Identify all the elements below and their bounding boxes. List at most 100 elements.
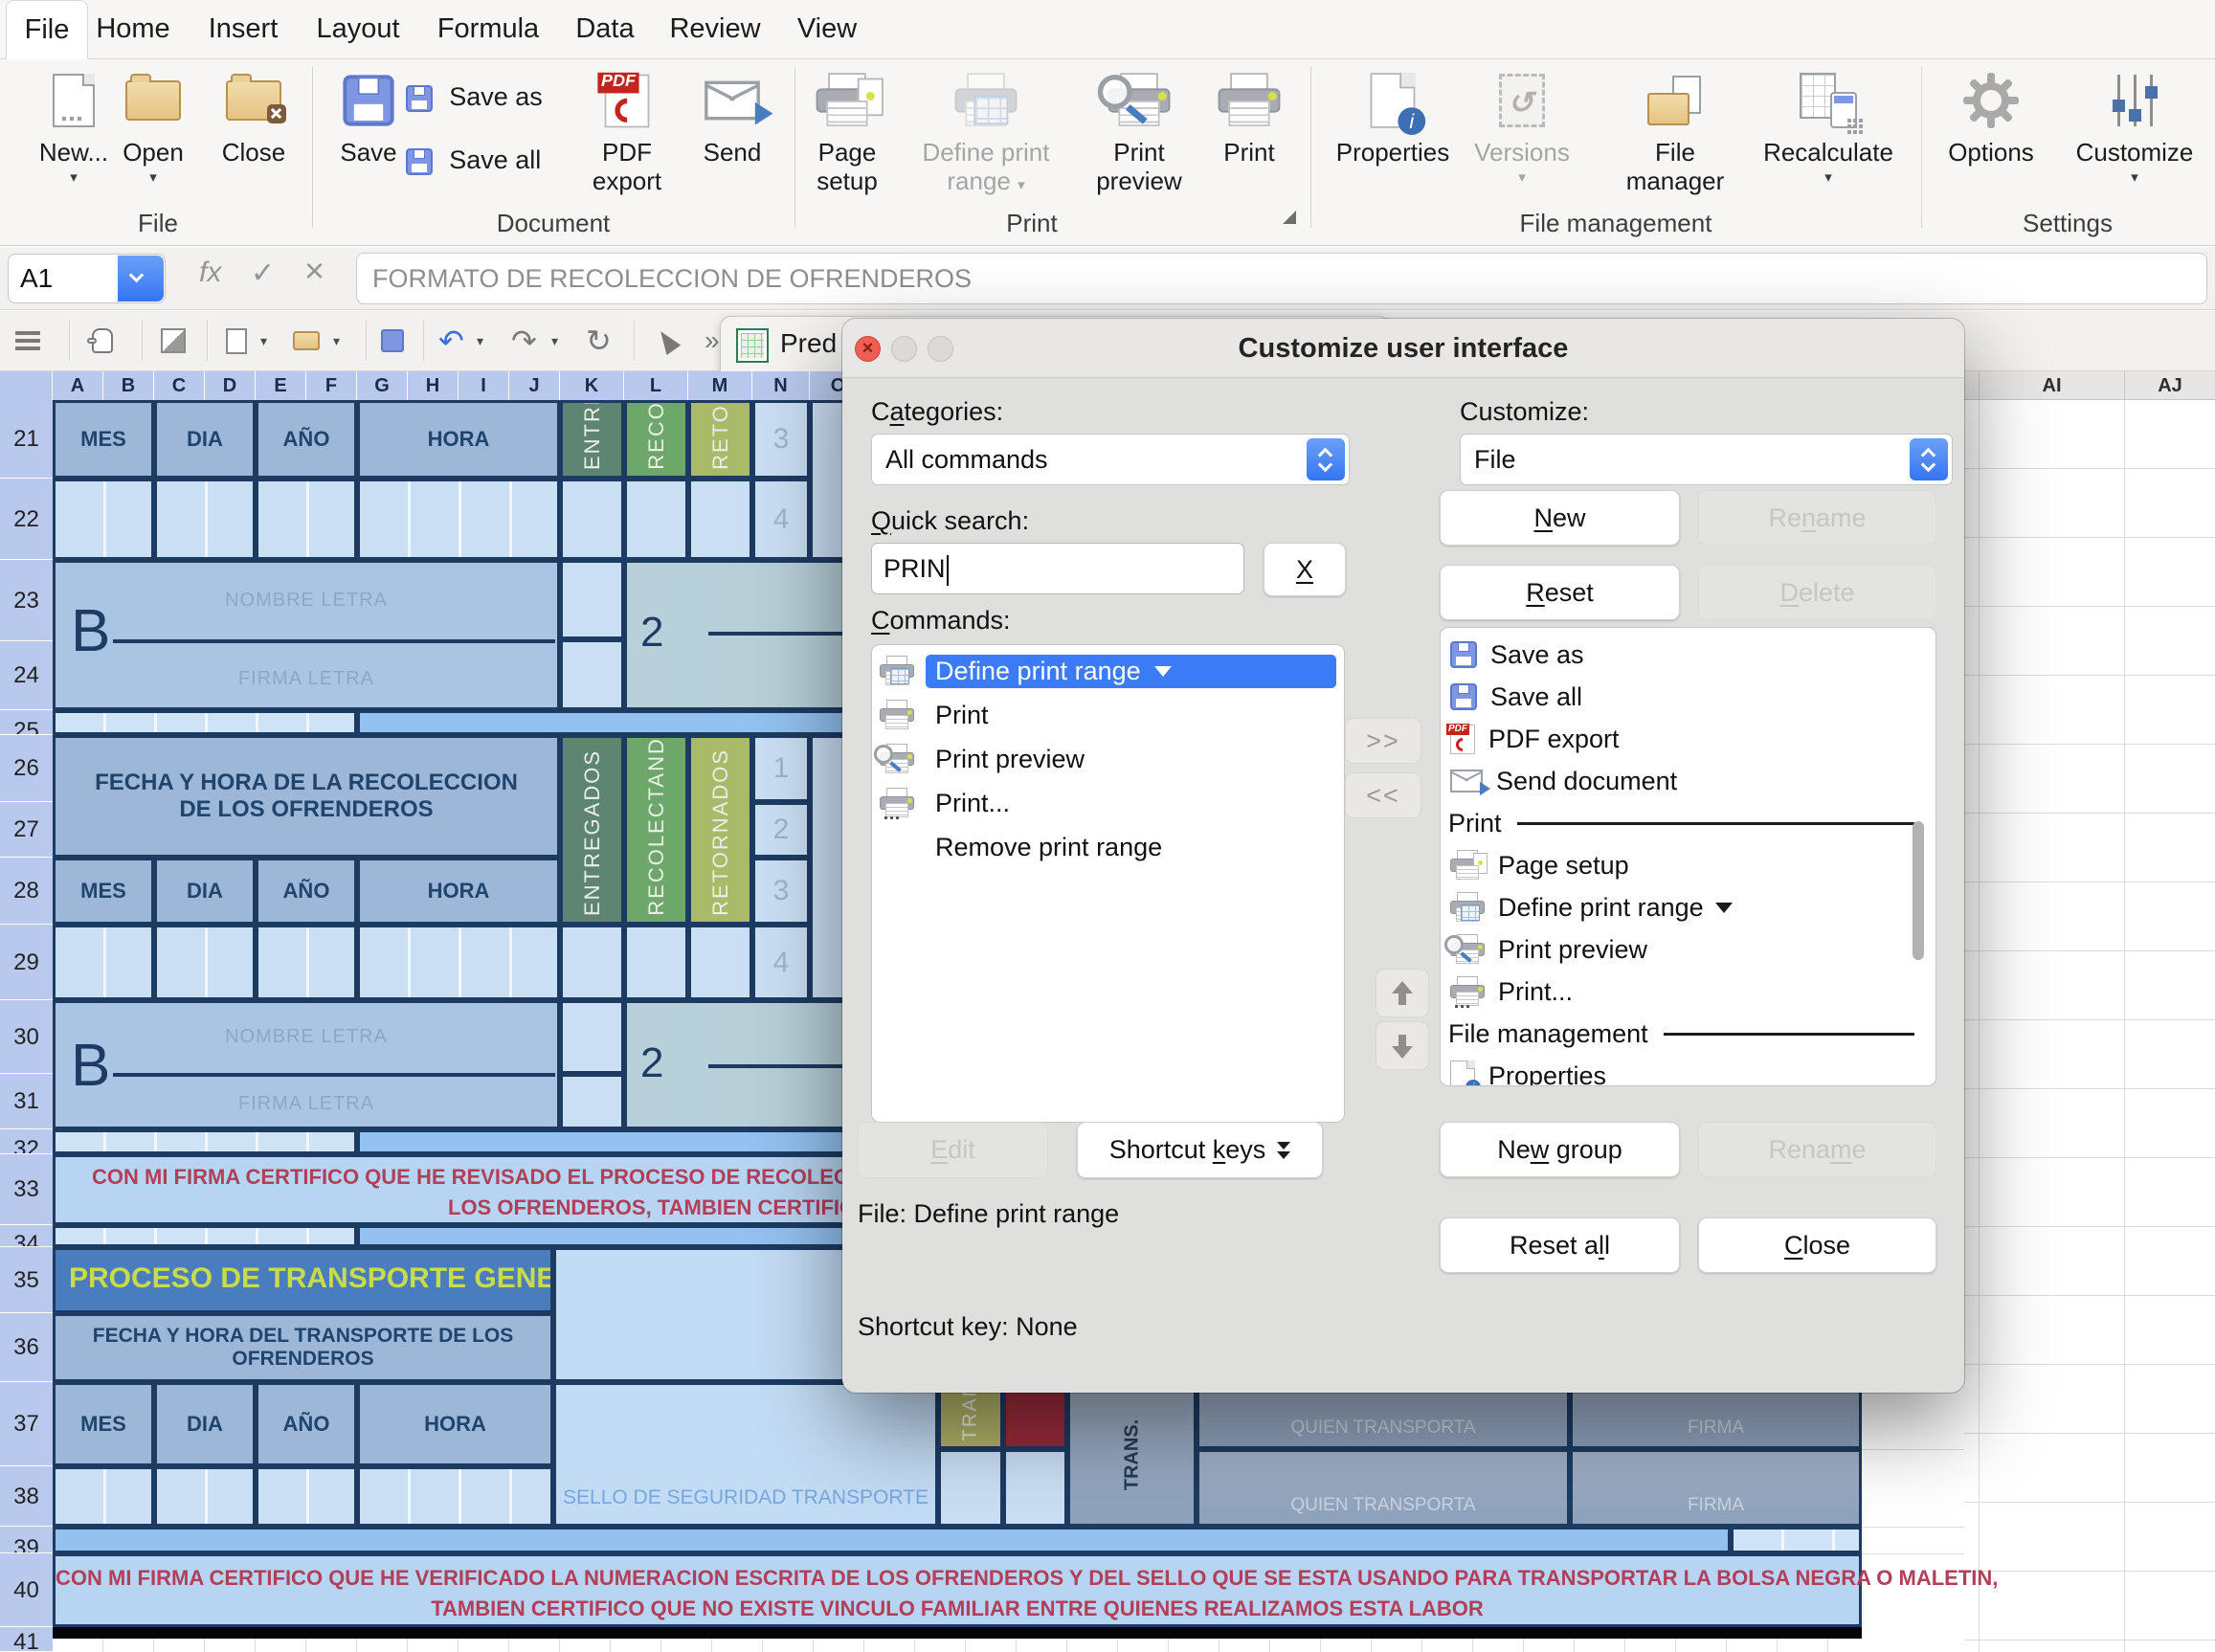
target-item-define-print-range[interactable]: Define print range [1441,886,1935,928]
cell-mes-header-2[interactable]: MES [53,858,154,925]
row-header-22[interactable]: 22 [0,479,53,560]
row-header-40[interactable]: 40 [0,1553,53,1627]
undo-dropdown-icon[interactable]: ▾ [477,319,483,363]
column-header-j[interactable]: J [509,371,560,400]
new-document-icon[interactable] [226,319,247,363]
row-header-29[interactable]: 29 [0,925,53,1000]
open-folder-icon[interactable] [293,319,320,363]
reset-menu-button[interactable]: Reset [1440,565,1680,620]
cell-m22[interactable] [688,479,752,560]
categories-select[interactable]: All commands [871,434,1350,485]
cell-mes-header-3[interactable]: MES [53,1382,154,1466]
cell-ano-input-2[interactable] [256,925,357,1000]
properties-button[interactable]: i Properties [1326,67,1460,167]
cell-recolectando[interactable]: RECOLECTANDO [624,735,688,925]
tab-layout[interactable]: Layout [299,0,417,59]
customize-select[interactable]: File [1460,434,1953,485]
row-header-32[interactable]: 32 [0,1129,53,1154]
target-item-pdf-export[interactable]: PDFPDF export [1441,718,1935,760]
cell-entregados-clip[interactable]: ENTREGADOS [560,400,624,479]
column-header-n[interactable]: N [752,371,810,400]
clear-search-button[interactable]: X [1264,543,1346,596]
open-dropdown-icon[interactable]: ▾ [333,319,340,363]
cell-dia-input-2[interactable] [154,925,256,1000]
cell-dia-header-3[interactable]: DIA [154,1382,256,1466]
pointer-icon[interactable] [659,319,676,363]
column-header-a[interactable]: A [53,371,103,400]
cell-hora-input-1[interactable] [357,479,560,560]
row-header-27[interactable]: 27 [0,802,53,858]
cell-fecha-transporte[interactable]: FECHA Y HORA DEL TRANSPORTE DE LOS OFREN… [53,1313,553,1382]
cell-cert-transporte[interactable]: CON MI FIRMA CERTIFICO QUE HE VERIFICADO… [53,1553,1862,1627]
cell-hora-input-3[interactable] [357,1466,553,1527]
column-header-m[interactable]: M [688,371,752,400]
cell-k31[interactable] [560,1074,624,1129]
cell-k29[interactable] [560,925,624,1000]
command-item-print[interactable]: Print [872,693,1344,737]
cell-mes-header-1[interactable]: MES [53,400,154,479]
save-button[interactable]: Save [321,67,416,167]
column-header-e[interactable]: E [256,371,306,400]
cell-hora-input-2[interactable] [357,925,560,1000]
shortcut-keys-button[interactable]: Shortcut keys [1077,1122,1323,1178]
cell-sliver-25-left[interactable] [53,710,357,735]
cell-dia-header-2[interactable]: DIA [154,858,256,925]
target-item-print-preview[interactable]: Print preview [1441,928,1935,971]
tab-insert[interactable]: Insert [188,0,299,59]
cell-ano-header-3[interactable]: AÑO [256,1382,357,1466]
cell-ano-input-1[interactable] [256,479,357,560]
command-item-remove-print-range[interactable]: Remove print range [872,825,1344,869]
rename-menu-button[interactable]: Rename [1698,490,1936,546]
cell-trans[interactable]: TRANS. [1067,1382,1197,1527]
recalculate-button[interactable]: Recalculate ▾ [1754,67,1903,186]
move-down-button[interactable] [1376,1021,1429,1070]
row-header-31[interactable]: 31 [0,1074,53,1129]
save-icon[interactable] [381,319,404,363]
target-item-properties[interactable]: iProperties [1441,1055,1935,1086]
cell-b-section-2[interactable]: B NOMBRE LETRA FIRMA LETRA [53,1000,560,1129]
send-button[interactable]: Send [684,67,780,167]
name-box-dropdown[interactable] [118,256,164,301]
command-item-print-dialog[interactable]: Print... [872,781,1344,825]
cell-k24[interactable] [560,639,624,710]
tab-formula[interactable]: Formula [423,0,553,59]
cell-dia-input-3[interactable] [154,1466,256,1527]
row-header-36[interactable]: 36 [0,1313,53,1382]
close-button[interactable]: Close [1698,1217,1936,1273]
versions-button[interactable]: ↺ Versions ▾ [1466,67,1577,186]
row-header-34[interactable]: 34 [0,1225,53,1247]
new-dropdown-icon[interactable]: ▾ [260,319,267,363]
remove-command-button[interactable]: << [1345,772,1421,818]
hand-tool-icon[interactable] [92,319,113,363]
cell-dia-input-1[interactable] [154,479,256,560]
file-manager-button[interactable]: File manager [1616,67,1734,195]
redo-dropdown-icon[interactable]: ▾ [551,319,558,363]
row-header-35[interactable]: 35 [0,1247,53,1313]
more-tools-icon[interactable]: » [705,319,720,363]
move-up-button[interactable] [1376,969,1429,1017]
cell-l29[interactable] [624,925,688,1000]
row-header-33[interactable]: 33 [0,1154,53,1225]
cell-sliver-34-left[interactable] [53,1225,357,1247]
cell-proceso-transporte[interactable]: PROCESO DE TRANSPORTE GENERAL [53,1247,553,1313]
target-item-save-as[interactable]: Save as [1441,634,1935,676]
undo-icon[interactable]: ↶ [438,319,464,363]
cell-hora-header-3[interactable]: HORA [357,1382,553,1466]
cell-number-3b[interactable]: 3 [752,858,810,925]
edit-button[interactable]: Edit [858,1122,1048,1178]
target-item-print-dialog[interactable]: Print... [1441,971,1935,1013]
cell-k30[interactable] [560,1000,624,1074]
column-header-ai[interactable]: AI [1980,371,2125,400]
cell-ano-input-3[interactable] [256,1466,357,1527]
cell-mes-input-3[interactable] [53,1466,154,1527]
target-item-save-all[interactable]: Save all [1441,676,1935,718]
row-header-41[interactable]: 41 [0,1627,53,1652]
column-header-k[interactable]: K [560,371,624,400]
cell-dia-header-1[interactable]: DIA [154,400,256,479]
new-group-button[interactable]: New group [1440,1122,1680,1177]
column-header-f[interactable]: F [306,371,357,400]
print-button[interactable]: Print [1204,67,1294,167]
function-wizard-icon[interactable]: fx [199,257,221,289]
cancel-icon[interactable]: × [304,251,324,291]
dialog-titlebar[interactable]: Customize user interface [842,319,1964,378]
